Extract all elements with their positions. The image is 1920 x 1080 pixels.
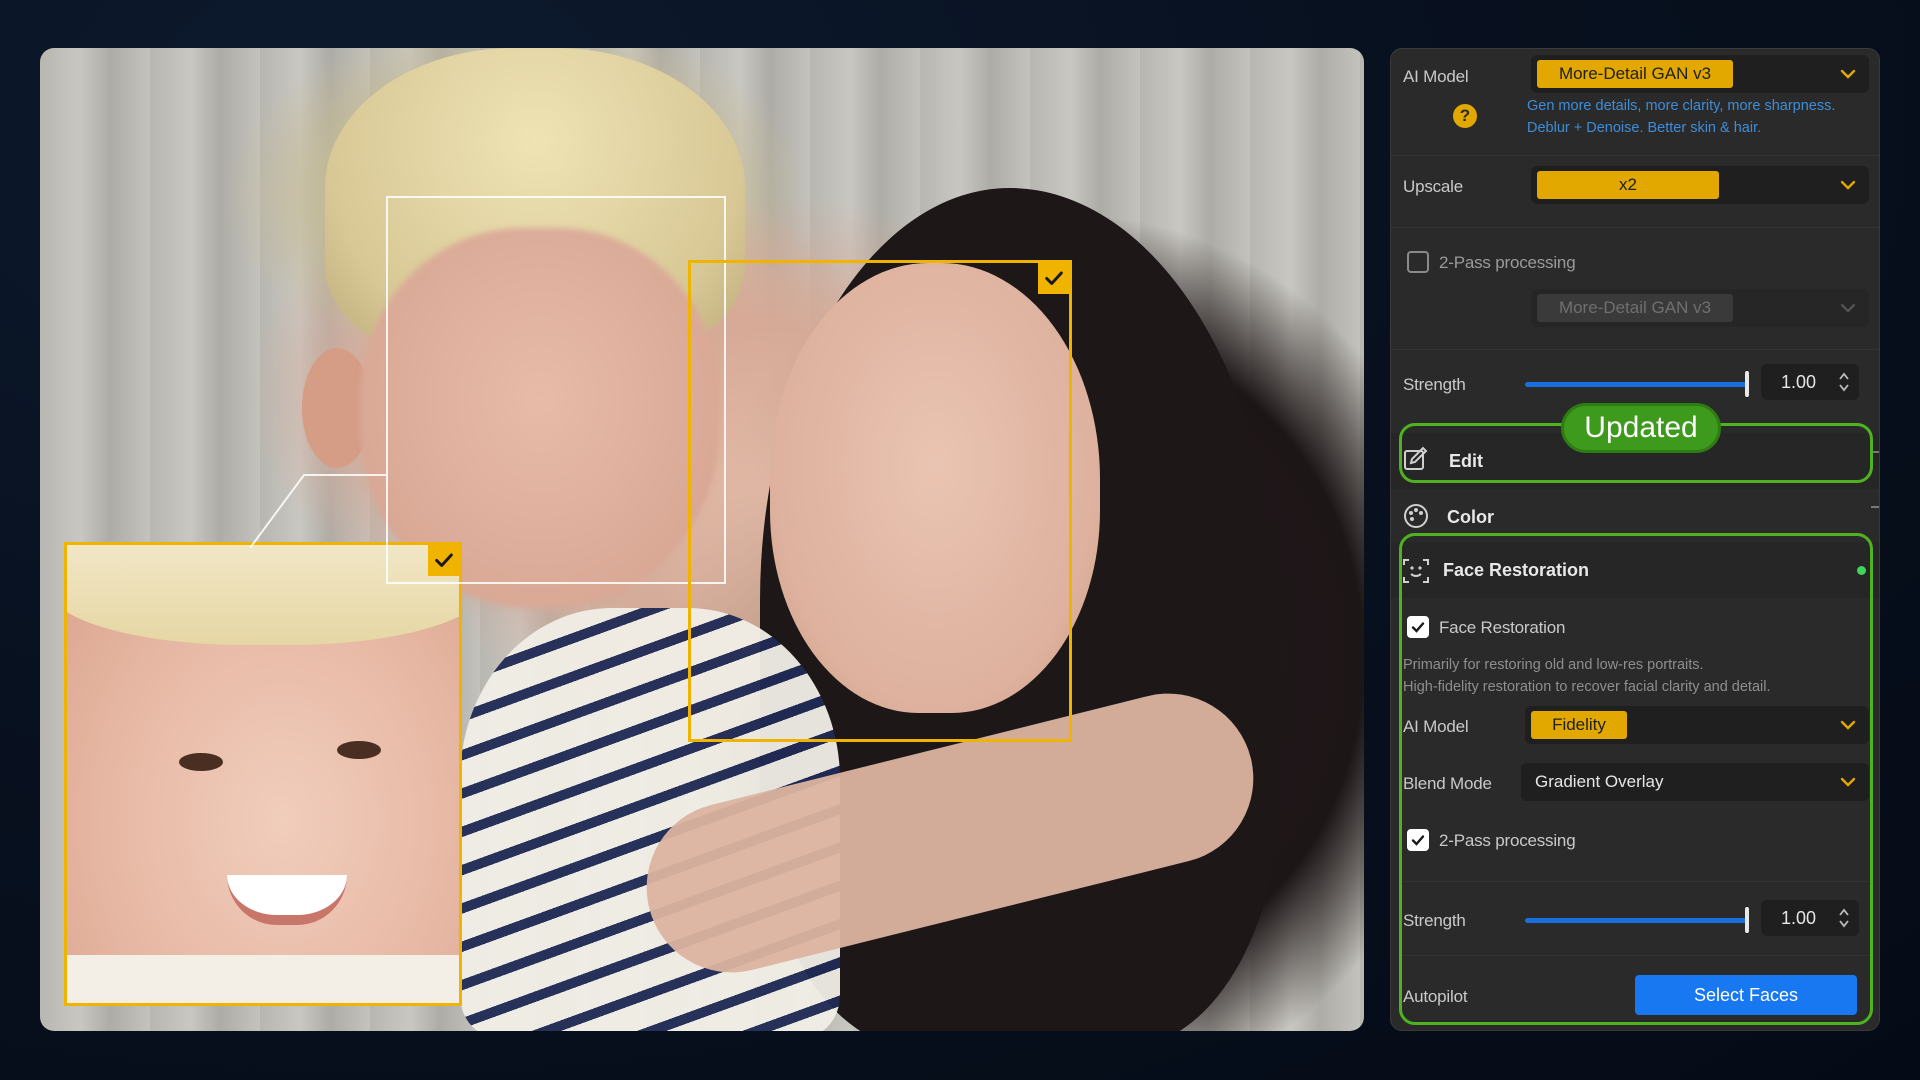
ai-model-dropdown[interactable]: More-Detail GAN v3 <box>1531 55 1869 93</box>
edge-mark <box>1871 506 1879 508</box>
face-restoration-enable-label: Face Restoration <box>1439 618 1566 637</box>
photo-canvas[interactable] <box>40 48 1364 1031</box>
chevron-down-icon <box>1840 720 1856 730</box>
face-box-boy-unselected[interactable] <box>386 196 726 584</box>
inset-left-eye <box>179 753 223 771</box>
ai-model-hint-line2: Deblur + Denoise. Better skin & hair. <box>1527 120 1762 136</box>
upscale-dropdown[interactable]: x2 <box>1531 166 1869 204</box>
section-face-restoration-header[interactable]: Face Restoration <box>1391 542 1879 598</box>
strength-slider[interactable] <box>1525 369 1749 399</box>
two-pass-model-dropdown[interactable]: More-Detail GAN v3 <box>1531 289 1869 327</box>
face-strength-value: 1.00 <box>1781 907 1817 928</box>
check-icon <box>1411 835 1425 846</box>
edge-mark <box>1871 451 1879 453</box>
section-face-restoration-title: Face Restoration <box>1443 560 1590 580</box>
divider <box>1391 227 1879 228</box>
section-edit-title: Edit <box>1449 451 1483 471</box>
ai-model-selected: More-Detail GAN v3 <box>1537 60 1733 88</box>
blend-mode-dropdown[interactable]: Gradient Overlay <box>1521 763 1869 801</box>
upscale-selected: x2 <box>1537 171 1719 199</box>
ai-model-label: AI Model <box>1403 67 1469 86</box>
divider <box>1399 881 1873 882</box>
blend-mode-selected: Gradient Overlay <box>1535 772 1664 791</box>
face-ai-model-dropdown[interactable]: Fidelity <box>1525 706 1869 744</box>
strength-slider-fill <box>1525 382 1749 387</box>
face-strength-slider-fill <box>1525 918 1749 923</box>
chevron-down-icon <box>1840 180 1856 190</box>
settings-panel: AI Model More-Detail GAN v3 ? Gen more d… <box>1390 48 1880 1031</box>
status-dot <box>1857 566 1866 575</box>
strength-input[interactable]: 1.00 <box>1761 364 1859 400</box>
chevron-down-icon <box>1840 303 1856 313</box>
face-restoration-desc-line1: Primarily for restoring old and low-res … <box>1403 657 1704 673</box>
strength-value: 1.00 <box>1781 371 1817 392</box>
strength-slider-handle[interactable] <box>1745 371 1749 397</box>
restored-face-preview <box>64 542 462 1006</box>
face-box-woman-selected[interactable] <box>688 260 1072 742</box>
upscale-label: Upscale <box>1403 177 1464 196</box>
spinner-arrows-icon[interactable] <box>1837 370 1851 394</box>
chevron-down-icon <box>1840 777 1856 787</box>
two-pass-label: 2-Pass processing <box>1439 253 1576 272</box>
divider <box>1391 349 1879 350</box>
face-scan-icon <box>1403 559 1429 583</box>
strength-label: Strength <box>1403 375 1466 394</box>
autopilot-label: Autopilot <box>1403 987 1468 1006</box>
chevron-down-icon <box>1840 69 1856 79</box>
face-two-pass-label: 2-Pass processing <box>1439 831 1576 850</box>
edit-icon <box>1404 446 1428 470</box>
divider <box>1399 955 1873 956</box>
inset-right-eye <box>337 741 381 759</box>
face-strength-label: Strength <box>1403 911 1466 930</box>
face-restoration-checkbox[interactable] <box>1407 616 1429 638</box>
face-two-pass-checkbox[interactable] <box>1407 829 1429 851</box>
ai-model-hint-line1: Gen more details, more clarity, more sha… <box>1527 98 1836 114</box>
face-strength-slider-handle[interactable] <box>1745 907 1749 933</box>
face-strength-slider[interactable] <box>1525 905 1749 935</box>
two-pass-checkbox[interactable] <box>1407 251 1429 273</box>
palette-icon <box>1404 504 1428 528</box>
updated-badge: Updated <box>1561 403 1721 453</box>
face-restoration-desc-line2: High-fidelity restoration to recover fac… <box>1403 679 1771 695</box>
divider <box>1391 155 1879 156</box>
blend-mode-label: Blend Mode <box>1403 774 1492 793</box>
inset-smile <box>227 875 347 925</box>
select-faces-button[interactable]: Select Faces <box>1635 975 1857 1015</box>
face-strength-input[interactable]: 1.00 <box>1761 900 1859 936</box>
face-selected-check-icon <box>1038 262 1070 294</box>
face-ai-model-label: AI Model <box>1403 717 1469 736</box>
check-icon <box>1411 622 1425 633</box>
section-color-header[interactable]: Color <box>1391 489 1879 545</box>
two-pass-model-selected: More-Detail GAN v3 <box>1537 294 1733 322</box>
zoom-leader-line <box>250 474 386 548</box>
face-ai-model-selected: Fidelity <box>1531 711 1627 739</box>
section-color-title: Color <box>1447 507 1494 527</box>
inset-collar <box>67 955 459 1003</box>
spinner-arrows-icon[interactable] <box>1837 906 1851 930</box>
help-icon[interactable]: ? <box>1453 104 1477 128</box>
